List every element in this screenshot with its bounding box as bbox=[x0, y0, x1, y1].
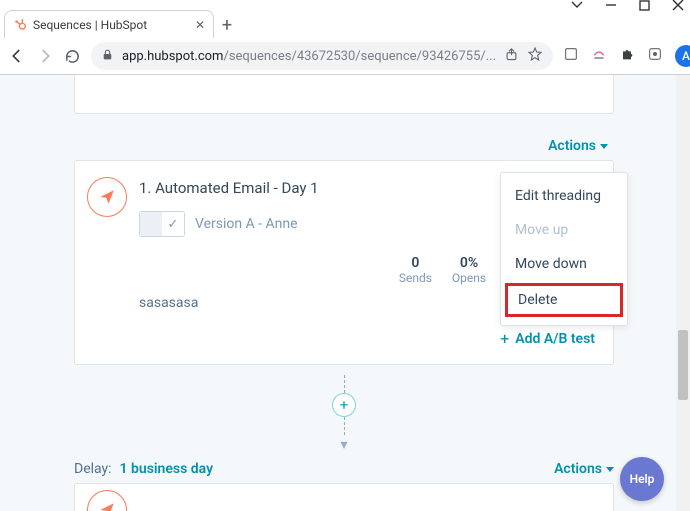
sequence-step-card bbox=[74, 483, 614, 511]
actions-dropdown-menu: Edit threading Move up Move down Delete bbox=[500, 172, 628, 326]
plus-icon: + bbox=[500, 329, 509, 348]
share-icon[interactable] bbox=[504, 47, 519, 66]
previous-card-edge bbox=[74, 75, 614, 114]
window-close-icon[interactable] bbox=[672, 0, 684, 11]
menu-delete[interactable]: Delete bbox=[505, 283, 623, 317]
window-collapse-icon[interactable] bbox=[571, 1, 583, 9]
browser-toolbar: app.hubspot.com/sequences/43672530/seque… bbox=[0, 38, 690, 74]
menu-move-down[interactable]: Move down bbox=[501, 247, 627, 281]
address-bar[interactable]: app.hubspot.com/sequences/43672530/seque… bbox=[91, 42, 553, 70]
paper-plane-icon bbox=[87, 177, 127, 217]
delay-row: Delay: 1 business day Actions bbox=[74, 461, 614, 477]
chevron-down-icon bbox=[600, 144, 608, 149]
reload-button[interactable] bbox=[64, 45, 81, 67]
check-icon: ✓ bbox=[162, 212, 184, 236]
menu-edit-threading[interactable]: Edit threading bbox=[501, 179, 627, 213]
arrow-down-icon: ▾ bbox=[340, 437, 347, 453]
back-button[interactable] bbox=[8, 45, 26, 67]
extension-icon[interactable] bbox=[647, 46, 663, 66]
actions-dropdown-button[interactable]: Actions bbox=[554, 461, 614, 477]
window-titlebar bbox=[0, 0, 690, 10]
url-text: app.hubspot.com/sequences/43672530/seque… bbox=[122, 49, 496, 64]
lock-icon bbox=[101, 48, 114, 65]
extension-icon[interactable] bbox=[591, 46, 607, 66]
extension-icon[interactable] bbox=[563, 46, 579, 66]
help-button[interactable]: Help bbox=[620, 457, 664, 501]
profile-avatar[interactable]: A bbox=[675, 45, 690, 67]
tab-close-icon[interactable]: ✕ bbox=[195, 18, 205, 32]
hubspot-favicon-icon bbox=[13, 18, 27, 32]
star-icon[interactable] bbox=[527, 46, 543, 66]
browser-chrome: Sequences | HubSpot ✕ + app.hubspot.com/… bbox=[0, 0, 690, 75]
delay-label: Delay: bbox=[74, 461, 112, 477]
actions-dropdown-button[interactable]: Actions bbox=[548, 138, 608, 154]
tab-title: Sequences | HubSpot bbox=[33, 18, 189, 32]
extensions-puzzle-icon[interactable] bbox=[619, 46, 635, 66]
version-chip-blank bbox=[140, 212, 162, 236]
step-connector: + ▾ bbox=[74, 365, 614, 457]
forward-button[interactable] bbox=[36, 45, 54, 67]
menu-move-up[interactable]: Move up bbox=[501, 213, 627, 247]
new-tab-button[interactable]: + bbox=[214, 12, 240, 38]
window-maximize-icon[interactable] bbox=[639, 0, 650, 11]
version-selector[interactable]: ✓ bbox=[139, 211, 185, 237]
stat-sends: 0 Sends bbox=[399, 255, 432, 285]
add-ab-test-button[interactable]: + Add A/B test bbox=[139, 329, 595, 348]
add-step-button[interactable]: + bbox=[332, 393, 356, 417]
stat-opens: 0% Opens bbox=[452, 255, 486, 285]
browser-tab[interactable]: Sequences | HubSpot ✕ bbox=[4, 10, 214, 38]
extension-icons: A ⋮ bbox=[563, 45, 690, 67]
version-label: Version A - Anne bbox=[195, 216, 298, 232]
window-minimize-icon[interactable] bbox=[605, 0, 617, 11]
chevron-down-icon bbox=[606, 467, 614, 472]
tabstrip: Sequences | HubSpot ✕ + bbox=[0, 10, 690, 38]
paper-plane-icon bbox=[87, 490, 127, 511]
app-viewport: Actions 1. Automated Email - Day 1 ✓ Ver… bbox=[0, 75, 690, 511]
actions-label: Actions bbox=[548, 138, 596, 154]
delay-value[interactable]: 1 business day bbox=[120, 461, 213, 477]
